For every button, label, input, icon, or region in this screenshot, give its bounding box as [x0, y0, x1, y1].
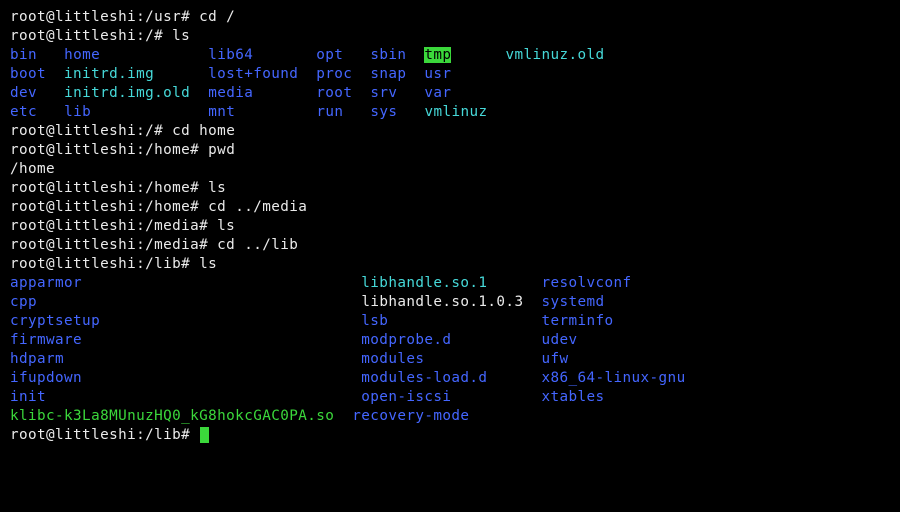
ls-item-dir: firmware — [10, 332, 82, 348]
ls-item-dir: dev — [10, 85, 37, 101]
ls-item-dir: x86_64-linux-gnu — [541, 370, 685, 386]
ls-item-symlink: initrd.img.old — [64, 85, 190, 101]
prompt: root@littleshi:/media# — [10, 218, 208, 234]
cmd-text: ls — [163, 28, 190, 44]
ls-item-dir: init — [10, 389, 46, 405]
term-line: root@littleshi:/media# cd ../lib — [10, 236, 890, 255]
ls-item-dir: opt — [316, 47, 343, 63]
pwd-output: /home — [10, 160, 890, 179]
ls-item-dir: modules-load.d — [361, 370, 487, 386]
ls-row: firmware modprobe.d udev — [10, 331, 890, 350]
term-line: root@littleshi:/home# pwd — [10, 141, 890, 160]
prompt: root@littleshi:/home# — [10, 142, 199, 158]
ls-row: init open-iscsi xtables — [10, 388, 890, 407]
ls-item-dir: modprobe.d — [361, 332, 451, 348]
cmd-text: cd home — [163, 123, 235, 139]
term-line: root@littleshi:/lib# ls — [10, 255, 890, 274]
ls-item-dir: ifupdown — [10, 370, 82, 386]
ls-item-dir: lib — [64, 104, 91, 120]
ls-item-dir: bin — [10, 47, 37, 63]
cmd-text: ls — [190, 256, 217, 272]
terminal[interactable]: root@littleshi:/usr# cd / root@littleshi… — [10, 8, 890, 445]
term-line: root@littleshi:/usr# cd / — [10, 8, 890, 27]
ls-item-dir: ufw — [541, 351, 568, 367]
ls-item-dir: mnt — [208, 104, 235, 120]
ls-item-dir: lost+found — [208, 66, 298, 82]
ls-item-dir: snap — [370, 66, 406, 82]
prompt: root@littleshi:/lib# — [10, 256, 190, 272]
term-line: root@littleshi:/# cd home — [10, 122, 890, 141]
ls-row: hdparm modules ufw — [10, 350, 890, 369]
ls-item-dir: resolvconf — [541, 275, 631, 291]
ls-item-dir: sbin — [370, 47, 406, 63]
cmd-text: cd ../media — [199, 199, 307, 215]
ls-item-dir: open-iscsi — [361, 389, 451, 405]
ls-row: bin home lib64 opt sbin tmp vmlinuz.old — [10, 46, 890, 65]
prompt: root@littleshi:/media# — [10, 237, 208, 253]
ls-item-dir: cpp — [10, 294, 37, 310]
ls-item-dir: recovery-mode — [352, 408, 469, 424]
prompt: root@littleshi:/# — [10, 28, 163, 44]
ls-item-symlink: vmlinuz — [424, 104, 487, 120]
ls-item-file: libhandle.so.1.0.3 — [361, 294, 523, 310]
ls-item-dir: terminfo — [541, 313, 613, 329]
term-line: root@littleshi:/media# ls — [10, 217, 890, 236]
ls-row: dev initrd.img.old media root srv var — [10, 84, 890, 103]
ls-item-dir: modules — [361, 351, 424, 367]
ls-item-dir: systemd — [541, 294, 604, 310]
ls-item-dir: run — [316, 104, 343, 120]
prompt: root@littleshi:/usr# — [10, 9, 190, 25]
cmd-text: cd / — [190, 9, 235, 25]
ls-item-dir: etc — [10, 104, 37, 120]
term-line: root@littleshi:/lib# — [10, 426, 890, 445]
ls-item-symlink: libhandle.so.1 — [361, 275, 487, 291]
ls-item-dir: srv — [370, 85, 397, 101]
ls-item-dir: var — [424, 85, 451, 101]
ls-item-dir: sys — [370, 104, 397, 120]
ls-item-dir: xtables — [541, 389, 604, 405]
ls-item-symlink: initrd.img — [64, 66, 154, 82]
ls-item-dir: apparmor — [10, 275, 82, 291]
ls-row: apparmor libhandle.so.1 resolvconf — [10, 274, 890, 293]
term-line: root@littleshi:/# ls — [10, 27, 890, 46]
ls-item-dir: usr — [424, 66, 451, 82]
cmd-text: ls — [199, 180, 226, 196]
cmd-text: pwd — [199, 142, 235, 158]
ls-item-so: klibc-k3La8MUnuzHQ0_kG8hokcGAC0PA.so — [10, 408, 334, 424]
ls-item-dir: proc — [316, 66, 352, 82]
ls-item-dir: boot — [10, 66, 46, 82]
prompt: root@littleshi:/home# — [10, 199, 199, 215]
ls-row: cryptsetup lsb terminfo — [10, 312, 890, 331]
prompt: root@littleshi:/home# — [10, 180, 199, 196]
ls-row: ifupdown modules-load.d x86_64-linux-gnu — [10, 369, 890, 388]
prompt: root@littleshi:/lib# — [10, 427, 190, 443]
cursor-icon — [200, 427, 209, 443]
ls-row: cpp libhandle.so.1.0.3 systemd — [10, 293, 890, 312]
ls-row: boot initrd.img lost+found proc snap usr — [10, 65, 890, 84]
cmd-text: ls — [208, 218, 235, 234]
ls-item-dir: cryptsetup — [10, 313, 100, 329]
term-line: root@littleshi:/home# cd ../media — [10, 198, 890, 217]
ls-item-dir: lsb — [361, 313, 388, 329]
term-line: root@littleshi:/home# ls — [10, 179, 890, 198]
ls-item-dir: root — [316, 85, 352, 101]
ls-row: klibc-k3La8MUnuzHQ0_kG8hokcGAC0PA.so rec… — [10, 407, 890, 426]
ls-item-dir: lib64 — [208, 47, 253, 63]
ls-row: etc lib mnt run sys vmlinuz — [10, 103, 890, 122]
ls-item-symlink: vmlinuz.old — [505, 47, 604, 63]
ls-item-dir: media — [208, 85, 253, 101]
ls-item-dir: udev — [541, 332, 577, 348]
ls-item-dir: home — [64, 47, 100, 63]
ls-item-sticky: tmp — [424, 47, 451, 63]
cmd-text: cd ../lib — [208, 237, 298, 253]
prompt: root@littleshi:/# — [10, 123, 163, 139]
ls-item-dir: hdparm — [10, 351, 64, 367]
